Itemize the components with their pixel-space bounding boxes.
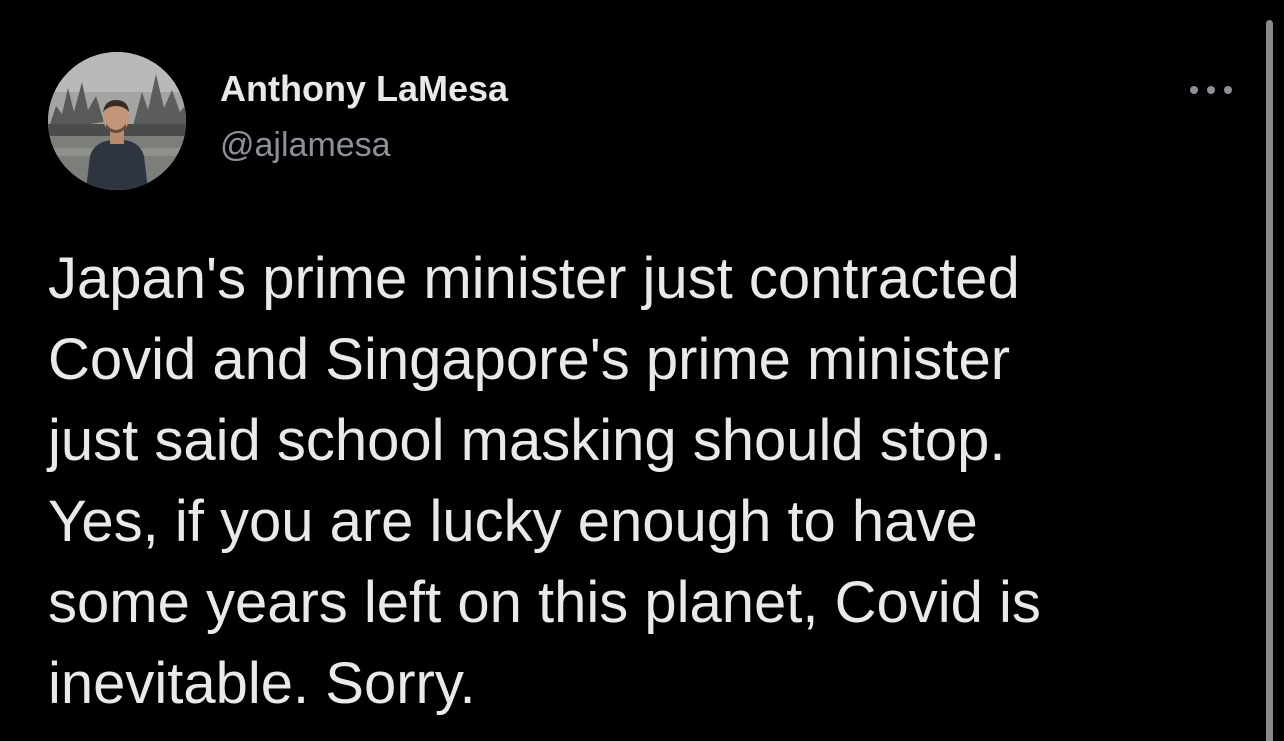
author-name[interactable]: Anthony LaMesa — [220, 68, 508, 110]
tweet-text-line: Covid and Singapore's prime minister — [48, 327, 1011, 392]
tweet-text-line: inevitable. Sorry. — [48, 651, 476, 716]
tweet-text-line: some years left on this planet, Covid is — [48, 570, 1041, 635]
profile-photo-icon — [48, 52, 186, 190]
tweet-text: Japan's prime minister just contracted C… — [48, 238, 1248, 724]
tweet-text-line: Japan's prime minister just contracted — [48, 246, 1020, 311]
more-options-button[interactable] — [1186, 76, 1236, 104]
tweet: Anthony LaMesa @ajlamesa Japan's prime m… — [0, 0, 1284, 741]
tweet-text-line: Yes, if you are lucky enough to have — [48, 489, 978, 554]
avatar[interactable] — [48, 52, 186, 190]
scrollbar[interactable] — [1266, 20, 1273, 741]
more-horizontal-icon — [1190, 86, 1232, 94]
tweet-text-line: just said school masking should stop. — [48, 408, 1006, 473]
author-handle[interactable]: @ajlamesa — [220, 126, 391, 165]
